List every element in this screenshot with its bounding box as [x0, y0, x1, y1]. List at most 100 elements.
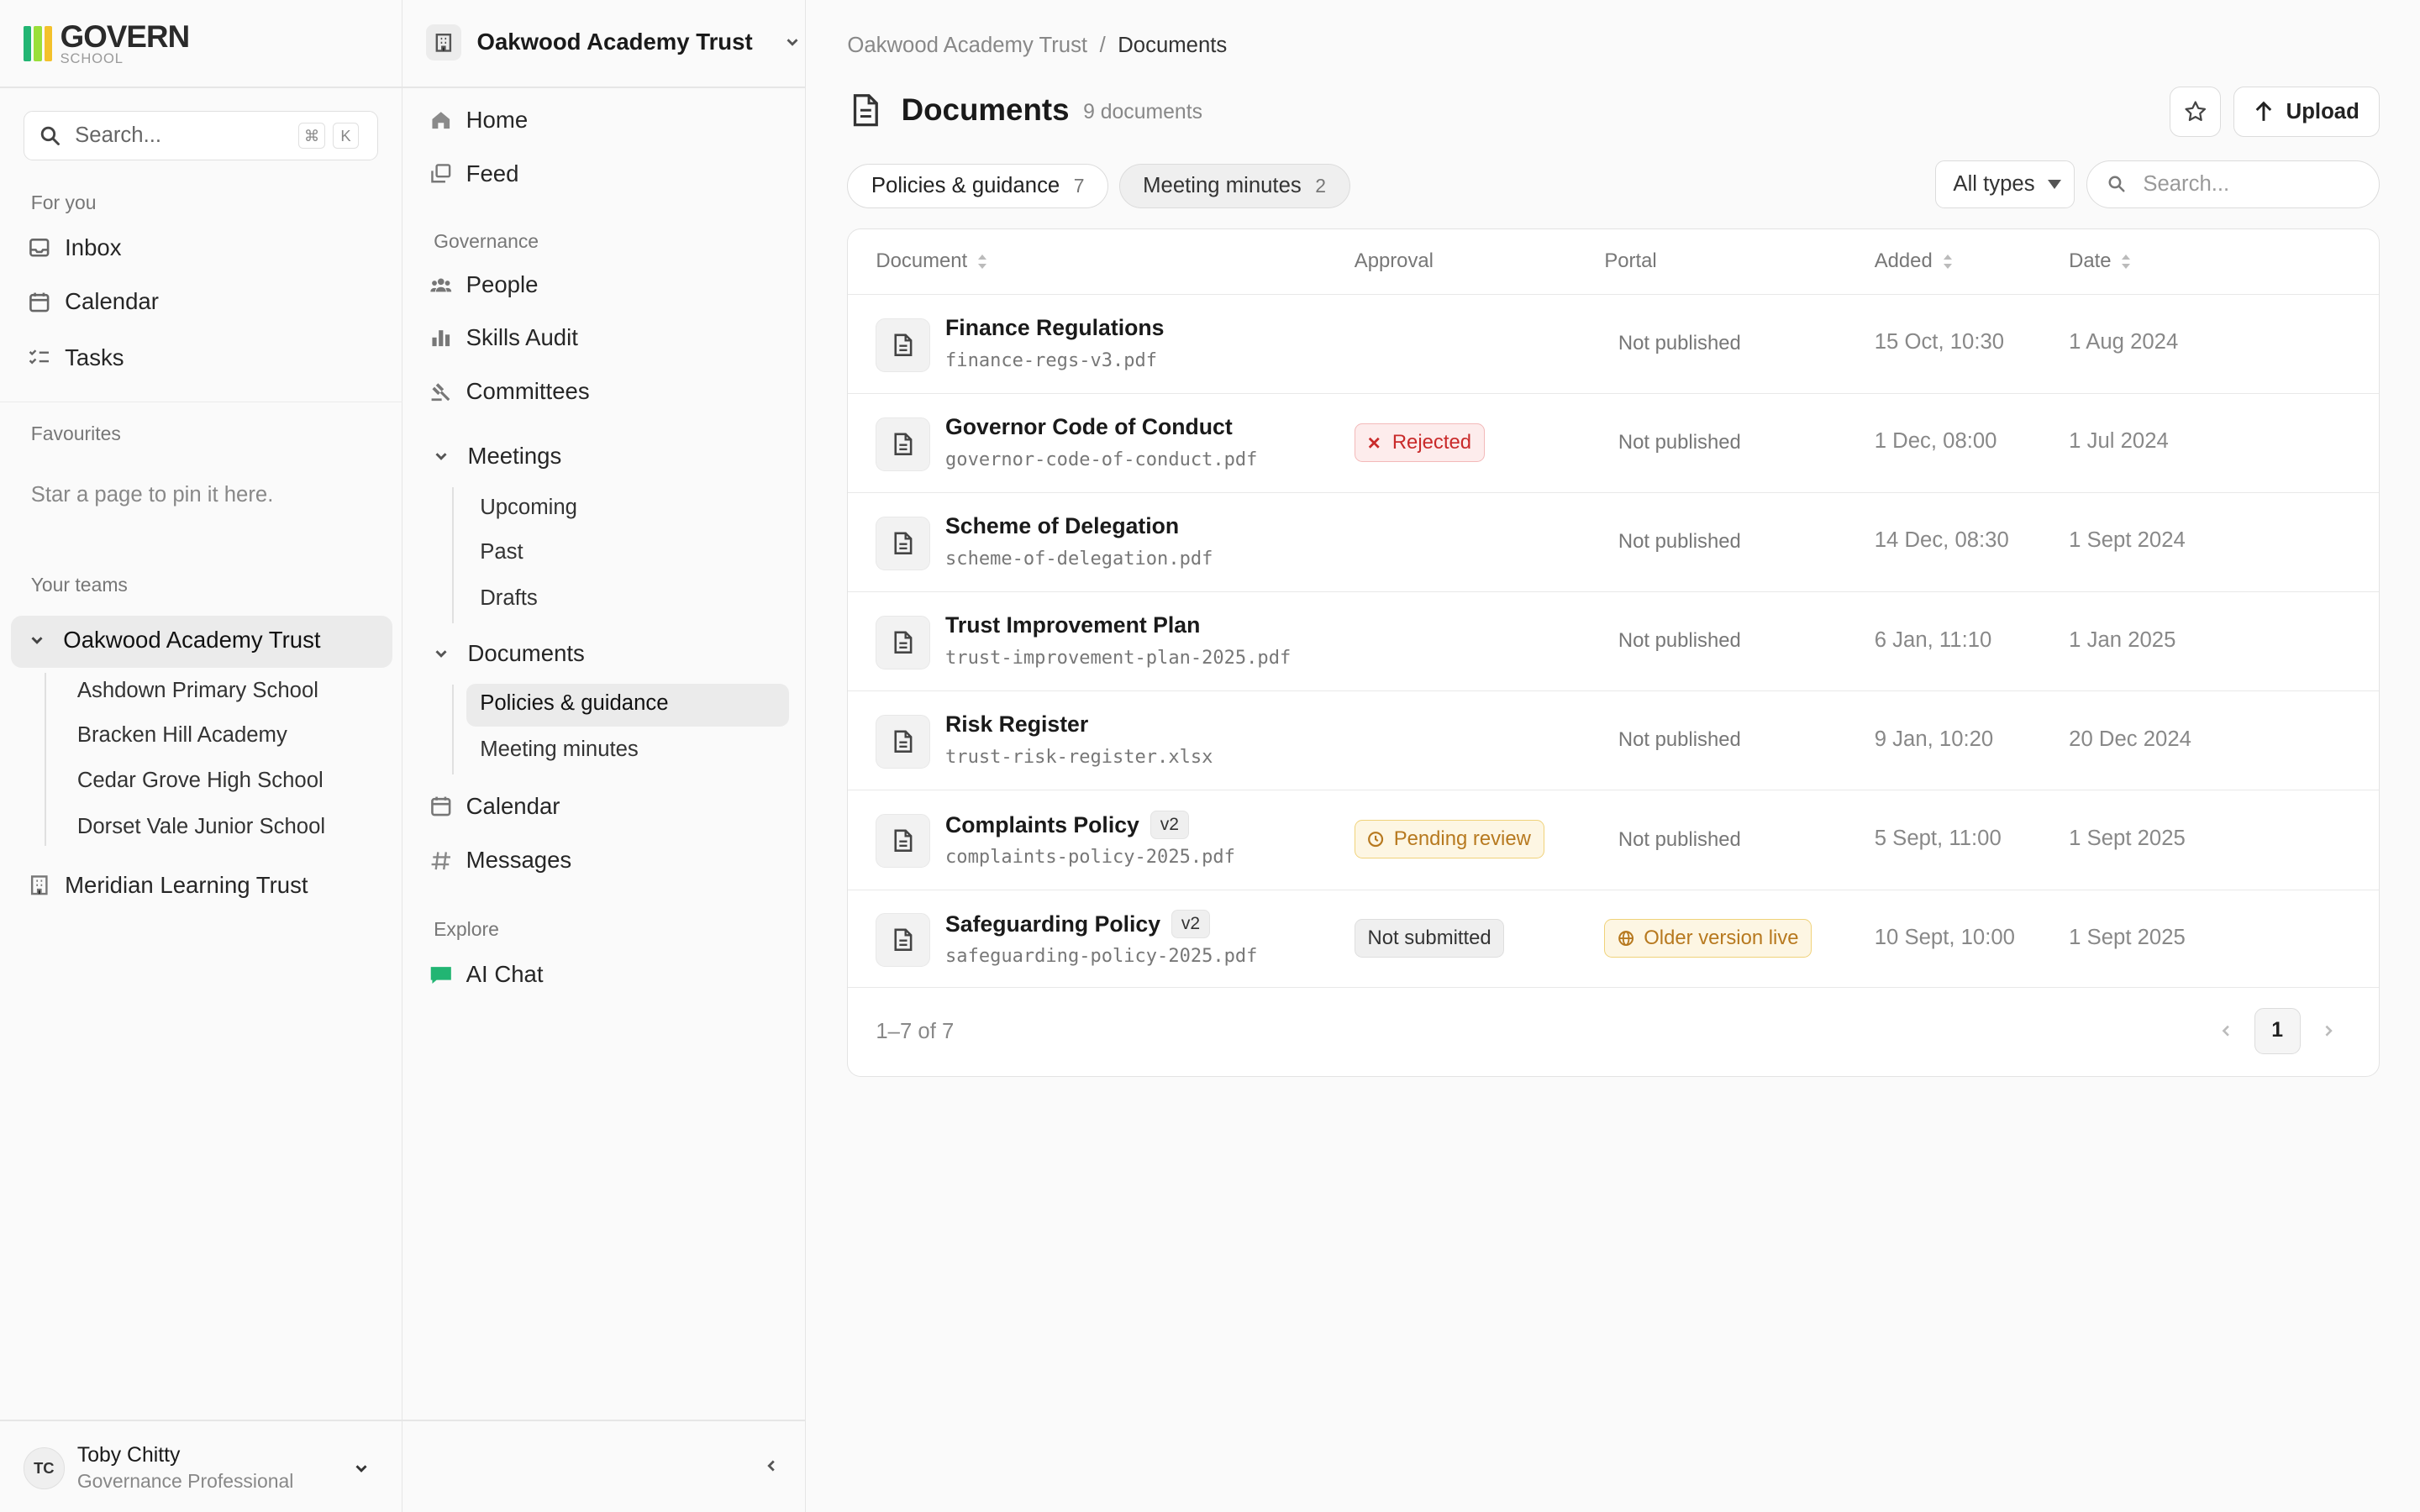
table-row[interactable]: Trust Improvement Plan trust-improvement-… [848, 591, 2380, 690]
document-icon [853, 94, 878, 127]
document-name[interactable]: Safeguarding Policy [945, 911, 1160, 937]
user-role: Governance Professional [76, 1470, 294, 1493]
nav-meetings-drafts[interactable]: Drafts [480, 586, 538, 611]
added-date: 9 Jan, 10:20 [1874, 727, 1994, 751]
nav-documents-policies[interactable]: Policies & guidance [480, 691, 668, 716]
sort-icon [1943, 253, 1953, 270]
next-page-icon[interactable] [2321, 1023, 2336, 1038]
nav-home[interactable]: Home [429, 107, 528, 134]
portal-status: Not published [1618, 728, 1741, 752]
nav-label: Skills Audit [466, 323, 578, 350]
tasks-icon [29, 349, 50, 365]
file-name: governor-code-of-conduct.pdf [945, 449, 1258, 471]
nav-label: Meetings [467, 443, 562, 470]
caret-down-icon [2047, 180, 2061, 190]
team-school-ashdown[interactable]: Ashdown Primary School [77, 679, 318, 703]
tab-minutes[interactable]: Meeting minutes 2 [1118, 163, 1350, 208]
document-name[interactable]: Trust Improvement Plan [945, 612, 1200, 638]
table-footer: 1–7 of 7 1 [848, 986, 2380, 1076]
nav-documents-minutes[interactable]: Meeting minutes [480, 738, 639, 762]
type-filter-value: All types [1953, 171, 2035, 196]
file-icon-box [876, 318, 930, 372]
document-name[interactable]: Scheme of Delegation [945, 513, 1179, 539]
file-name: complaints-policy-2025.pdf [945, 846, 1235, 868]
sidebar-item-tasks[interactable]: Tasks [28, 344, 124, 371]
tab-count: 7 [1073, 174, 1085, 197]
nav-meetings-upcoming[interactable]: Upcoming [480, 496, 577, 520]
tab-policies[interactable]: Policies & guidance 7 [847, 163, 1109, 208]
building-icon [425, 24, 462, 60]
col-document[interactable]: Document [876, 229, 987, 294]
brand-sub: SCHOOL [60, 50, 124, 67]
nav-people[interactable]: People [429, 271, 539, 298]
nav-ai-chat[interactable]: AI Chat [429, 961, 544, 988]
col-date[interactable]: Date [2069, 229, 2131, 294]
file-icon [894, 333, 912, 356]
nav-label: Committees [466, 377, 590, 404]
kbd-k: K [332, 123, 360, 150]
table-row[interactable]: Governor Code of Conduct governor-code-of… [848, 393, 2380, 492]
file-name: safeguarding-policy-2025.pdf [945, 945, 1258, 967]
upload-button[interactable]: Upload [2233, 86, 2381, 138]
document-name[interactable]: Complaints Policy [945, 812, 1139, 838]
clock-icon [1368, 832, 1384, 848]
table-row[interactable]: Finance Regulations finance-regs-v3.pdf No… [848, 293, 2380, 393]
sidebar-item-label: Tasks [65, 344, 124, 370]
approval-badge: Not submitted [1354, 919, 1505, 958]
pagination-range: 1–7 of 7 [876, 1020, 955, 1044]
people-icon [429, 279, 451, 292]
document-date: 1 Aug 2024 [2069, 330, 2179, 354]
divider [0, 1419, 402, 1421]
brand-name: GOVERN [60, 18, 191, 54]
document-name[interactable]: Risk Register [945, 711, 1088, 738]
col-added[interactable]: Added [1875, 229, 1953, 294]
portal-status: Not published [1618, 827, 1741, 851]
nav-meetings[interactable]: Meetings [432, 443, 561, 470]
global-search[interactable]: Search... ⌘ K [23, 111, 378, 160]
added-date: 5 Sept, 11:00 [1874, 826, 2002, 850]
table-search-input[interactable]: Search... [2086, 160, 2381, 208]
col-portal: Portal [1604, 229, 1656, 294]
nav-messages[interactable]: Messages [429, 847, 571, 874]
collapse-sidebar-icon[interactable] [762, 1457, 781, 1475]
favourite-button[interactable] [2170, 86, 2221, 138]
tree-line [452, 487, 454, 624]
table-row[interactable]: Complaints Policy v2 complaints-policy-202… [848, 790, 2380, 889]
table-search-placeholder: Search... [2143, 171, 2230, 196]
team-school-bracken[interactable]: Bracken Hill Academy [77, 723, 287, 748]
table-row[interactable]: Scheme of Delegation scheme-of-delegation… [848, 492, 2380, 591]
document-name[interactable]: Governor Code of Conduct [945, 414, 1233, 440]
nav-meetings-past[interactable]: Past [480, 540, 523, 564]
file-icon-box [876, 516, 930, 570]
team-label: Meridian Learning Trust [65, 871, 308, 898]
user-menu[interactable]: TC Toby Chitty Governance Professional [23, 1443, 371, 1494]
document-name[interactable]: Finance Regulations [945, 315, 1164, 341]
org-switcher[interactable]: Oakwood Academy Trust [425, 24, 802, 60]
team-school-cedar[interactable]: Cedar Grove High School [77, 769, 324, 793]
prev-page-icon[interactable] [2218, 1023, 2233, 1038]
page-button-1[interactable]: 1 [2254, 1007, 2301, 1054]
sidebar-item-inbox[interactable]: Inbox [28, 234, 122, 261]
divider [402, 86, 806, 88]
nav-calendar[interactable]: Calendar [429, 793, 560, 820]
document-date: 1 Sept 2024 [2069, 528, 2186, 553]
nav-label: People [466, 271, 539, 298]
govern-logo[interactable]: GOVERN SCHOOL [23, 18, 191, 67]
table-row[interactable]: Safeguarding Policy v2 safeguarding-policy… [848, 889, 2380, 989]
building-icon [31, 875, 48, 895]
file-icon-box [876, 714, 930, 769]
nav-documents[interactable]: Documents [432, 640, 585, 667]
breadcrumb-sep: / [1099, 34, 1106, 58]
nav-skills-audit[interactable]: Skills Audit [429, 324, 578, 351]
sidebar-item-calendar[interactable]: Calendar [28, 288, 159, 315]
nav-committees[interactable]: Committees [429, 378, 590, 405]
page-header: Documents 9 documents [850, 92, 1202, 128]
type-filter-select[interactable]: All types [1935, 160, 2075, 208]
team-school-dorset[interactable]: Dorset Vale Junior School [77, 815, 325, 839]
team-oakwood[interactable]: Oakwood Academy Trust [28, 627, 321, 654]
nav-feed[interactable]: Feed [429, 160, 518, 187]
portal-status: Not published [1618, 629, 1741, 653]
breadcrumb-parent[interactable]: Oakwood Academy Trust [847, 34, 1087, 57]
table-row[interactable]: Risk Register trust-risk-register.xlsx Not… [848, 690, 2380, 790]
team-meridian[interactable]: Meridian Learning Trust [28, 872, 308, 899]
